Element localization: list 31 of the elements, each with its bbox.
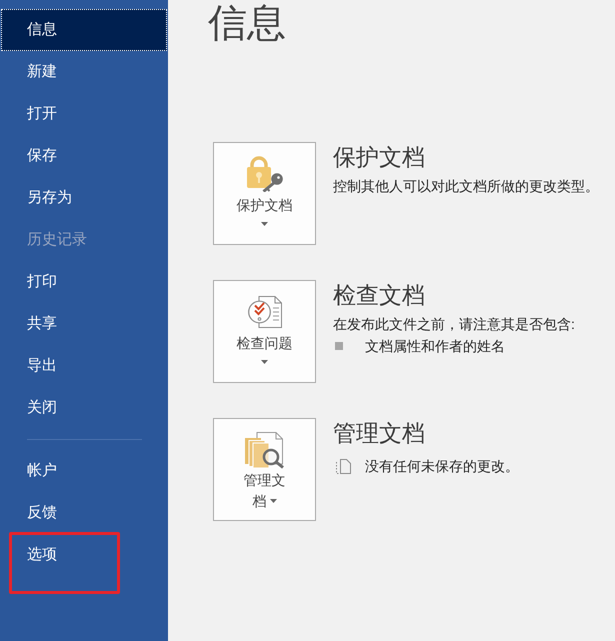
check-issues-button[interactable]: 检查问题 [213,280,316,383]
caret-icon [270,498,276,503]
section-description: 控制其他人可以对此文档所做的更改类型。 [333,177,599,196]
manage-document-button[interactable]: 管理文档 [213,418,316,521]
sidebar-item[interactable]: 打开 [1,93,167,135]
protect-document-button[interactable]: 保护文档 [213,142,316,245]
sidebar-item[interactable]: 共享 [1,303,167,345]
section-description: 在发布此文件之前，请注意其是否包含: [333,315,575,334]
caret-icon [261,360,268,364]
sidebar-item[interactable]: 另存为 [1,177,167,219]
sidebar-item[interactable]: 反馈 [1,492,167,534]
sidebar-item[interactable]: 打印 [1,261,167,303]
sidebar-item[interactable]: 保存 [1,135,167,177]
page-title: 信息 [208,1,286,47]
sidebar-item[interactable]: 导出 [1,345,167,387]
document-icon [336,458,351,474]
caret-icon [261,222,268,226]
lock-with-key-icon [246,156,282,192]
bullet-text: 文档属性和作者的姓名 [365,337,505,356]
section-heading: 管理文档 [333,419,425,448]
section-heading: 检查文档 [333,281,425,310]
sidebar-item[interactable]: 关闭 [1,387,167,429]
sidebar-item[interactable]: 信息 [1,9,167,51]
section-heading: 保护文档 [333,143,425,172]
status-text: 没有任何未保存的更改。 [365,457,519,476]
square-bullet-icon [335,342,343,350]
checklist-document-icon [248,296,282,328]
documents-magnifier-icon [244,432,284,468]
sidebar-item[interactable]: 选项 [1,534,167,576]
sidebar-item[interactable]: 新建 [1,51,167,93]
sidebar-item[interactable]: 帐户 [1,450,167,492]
